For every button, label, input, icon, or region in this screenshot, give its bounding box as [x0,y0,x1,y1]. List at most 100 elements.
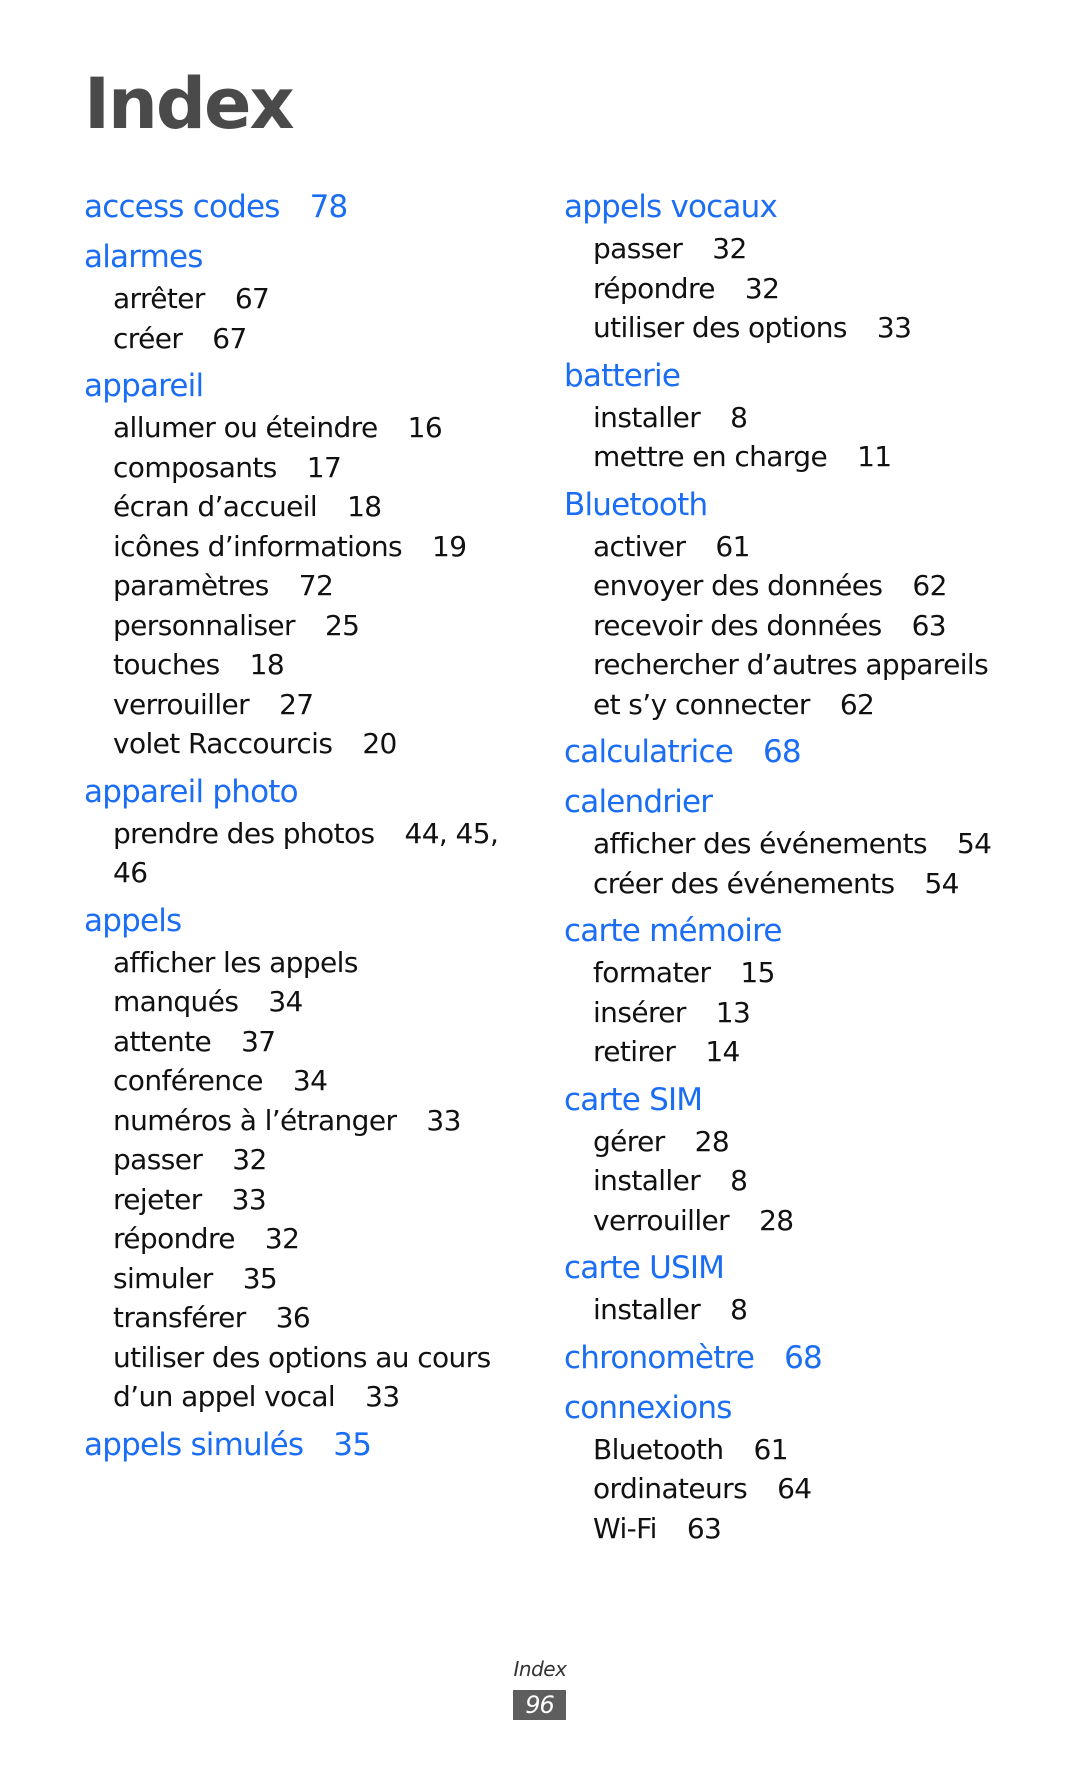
index-term[interactable]: calculatrice 68 [564,731,1004,774]
index-term[interactable]: appareil photo [84,771,504,814]
page-reference-link[interactable]: 8 [730,1293,748,1326]
page-reference-link[interactable]: 34 [268,985,303,1018]
index-subentry[interactable]: paramètres 72 [113,566,504,606]
index-subentry[interactable]: rechercher d’autres appareils et s’y con… [593,645,1004,724]
index-subentry[interactable]: ordinateurs 64 [593,1469,1004,1509]
page-reference-link[interactable]: 54 [957,827,992,860]
page-reference-link[interactable]: 18 [347,490,382,523]
index-term[interactable]: access codes 78 [84,186,504,229]
index-term[interactable]: calendrier [564,781,1004,824]
index-subentry[interactable]: utiliser des options 33 [593,308,1004,348]
page-reference-link[interactable]: 32 [712,232,747,265]
index-subentry[interactable]: arrêter 67 [113,279,504,319]
page-reference-link[interactable]: 33 [232,1183,267,1216]
index-subentry[interactable]: passer 32 [593,229,1004,269]
index-subentry[interactable]: Bluetooth 61 [593,1430,1004,1470]
page-reference-link[interactable]: 67 [235,282,270,315]
index-subentry[interactable]: insérer 13 [593,993,1004,1033]
page-reference-link[interactable]: 28 [759,1204,794,1237]
page-reference-link[interactable]: 33 [877,311,912,344]
index-subentry[interactable]: afficher les appels manqués 34 [113,943,504,1022]
index-subentry[interactable]: répondre 32 [113,1219,504,1259]
page-reference-link[interactable]: 35 [333,1427,372,1463]
index-subentry[interactable]: volet Raccourcis 20 [113,724,504,764]
index-subentry[interactable]: prendre des photos 44, 45, 46 [113,814,504,893]
index-subentry[interactable]: gérer 28 [593,1122,1004,1162]
page-reference-link[interactable]: 8 [730,1164,748,1197]
index-term[interactable]: connexions [564,1387,1004,1430]
index-subentry[interactable]: formater 15 [593,953,1004,993]
index-term[interactable]: carte SIM [564,1079,1004,1122]
index-subentry[interactable]: simuler 35 [113,1259,504,1299]
page-reference-link[interactable]: 34 [293,1064,328,1097]
index-term[interactable]: carte mémoire [564,910,1004,953]
index-term[interactable]: alarmes [84,236,504,279]
page-reference-link[interactable]: 27 [279,688,314,721]
index-subentry[interactable]: installer 8 [593,398,1004,438]
page-reference-link[interactable]: 62 [840,688,875,721]
page-reference-link[interactable]: 8 [730,401,748,434]
page-reference-link[interactable]: 54 [924,867,959,900]
index-subentry[interactable]: Wi-Fi 63 [593,1509,1004,1549]
page-reference-link[interactable]: 67 [212,322,247,355]
page-reference-link[interactable]: 33 [426,1104,461,1137]
page-reference-link[interactable]: 11 [857,440,892,473]
page-reference-link[interactable]: 32 [232,1143,267,1176]
page-reference-link[interactable]: 28 [695,1125,730,1158]
page-reference-link[interactable]: 25 [325,609,360,642]
page-reference-link[interactable]: 15 [740,956,775,989]
index-subentry[interactable]: numéros à l’étranger 33 [113,1101,504,1141]
page-reference-link[interactable]: 62 [912,569,947,602]
index-subentry[interactable]: afficher des événements 54 [593,824,1004,864]
index-subentry[interactable]: conférence 34 [113,1061,504,1101]
index-subentry[interactable]: touches 18 [113,645,504,685]
page-reference-link[interactable]: 78 [310,189,349,225]
page-reference-link[interactable]: 32 [745,272,780,305]
index-term[interactable]: appels vocaux [564,186,1004,229]
index-term[interactable]: batterie [564,355,1004,398]
index-subentry[interactable]: écran d’accueil 18 [113,487,504,527]
index-term[interactable]: appareil [84,365,504,408]
index-subentry[interactable]: allumer ou éteindre 16 [113,408,504,448]
index-subentry[interactable]: personnaliser 25 [113,606,504,646]
index-subentry[interactable]: installer 8 [593,1161,1004,1201]
index-subentry[interactable]: envoyer des données 62 [593,566,1004,606]
index-subentry[interactable]: retirer 14 [593,1032,1004,1072]
page-reference-link[interactable]: 68 [763,734,802,770]
index-subentry[interactable]: verrouiller 28 [593,1201,1004,1241]
page-reference-link[interactable]: 33 [365,1380,400,1413]
index-subentry[interactable]: verrouiller 27 [113,685,504,725]
page-reference-link[interactable]: 32 [265,1222,300,1255]
page-reference-link[interactable]: 14 [705,1035,740,1068]
page-reference-link[interactable]: 63 [912,609,947,642]
index-subentry[interactable]: utiliser des options au cours d’un appel… [113,1338,504,1417]
page-reference-link[interactable]: 61 [715,530,750,563]
page-reference-link[interactable]: 18 [250,648,285,681]
index-subentry[interactable]: créer 67 [113,319,504,359]
page-reference-link[interactable]: 37 [241,1025,276,1058]
index-subentry[interactable]: passer 32 [113,1140,504,1180]
index-subentry[interactable]: activer 61 [593,527,1004,567]
index-subentry[interactable]: mettre en charge 11 [593,437,1004,477]
index-subentry[interactable]: répondre 32 [593,269,1004,309]
index-subentry[interactable]: recevoir des données 63 [593,606,1004,646]
index-subentry[interactable]: icônes d’informations 19 [113,527,504,567]
page-reference-link[interactable]: 19 [432,530,467,563]
index-term[interactable]: appels simulés 35 [84,1424,504,1467]
page-reference-link[interactable]: 35 [243,1262,278,1295]
index-term[interactable]: appels [84,900,504,943]
page-reference-link[interactable]: 72 [299,569,334,602]
page-reference-link[interactable]: 13 [716,996,751,1029]
page-reference-link[interactable]: 61 [754,1433,789,1466]
page-reference-link[interactable]: 68 [784,1340,823,1376]
page-reference-link[interactable]: 63 [687,1512,722,1545]
page-reference-link[interactable]: 16 [408,411,443,444]
index-term[interactable]: carte USIM [564,1247,1004,1290]
page-reference-link[interactable]: 17 [307,451,342,484]
index-subentry[interactable]: transférer 36 [113,1298,504,1338]
index-subentry[interactable]: rejeter 33 [113,1180,504,1220]
index-subentry[interactable]: composants 17 [113,448,504,488]
index-subentry[interactable]: installer 8 [593,1290,1004,1330]
index-term[interactable]: chronomètre 68 [564,1337,1004,1380]
page-reference-link[interactable]: 20 [362,727,397,760]
